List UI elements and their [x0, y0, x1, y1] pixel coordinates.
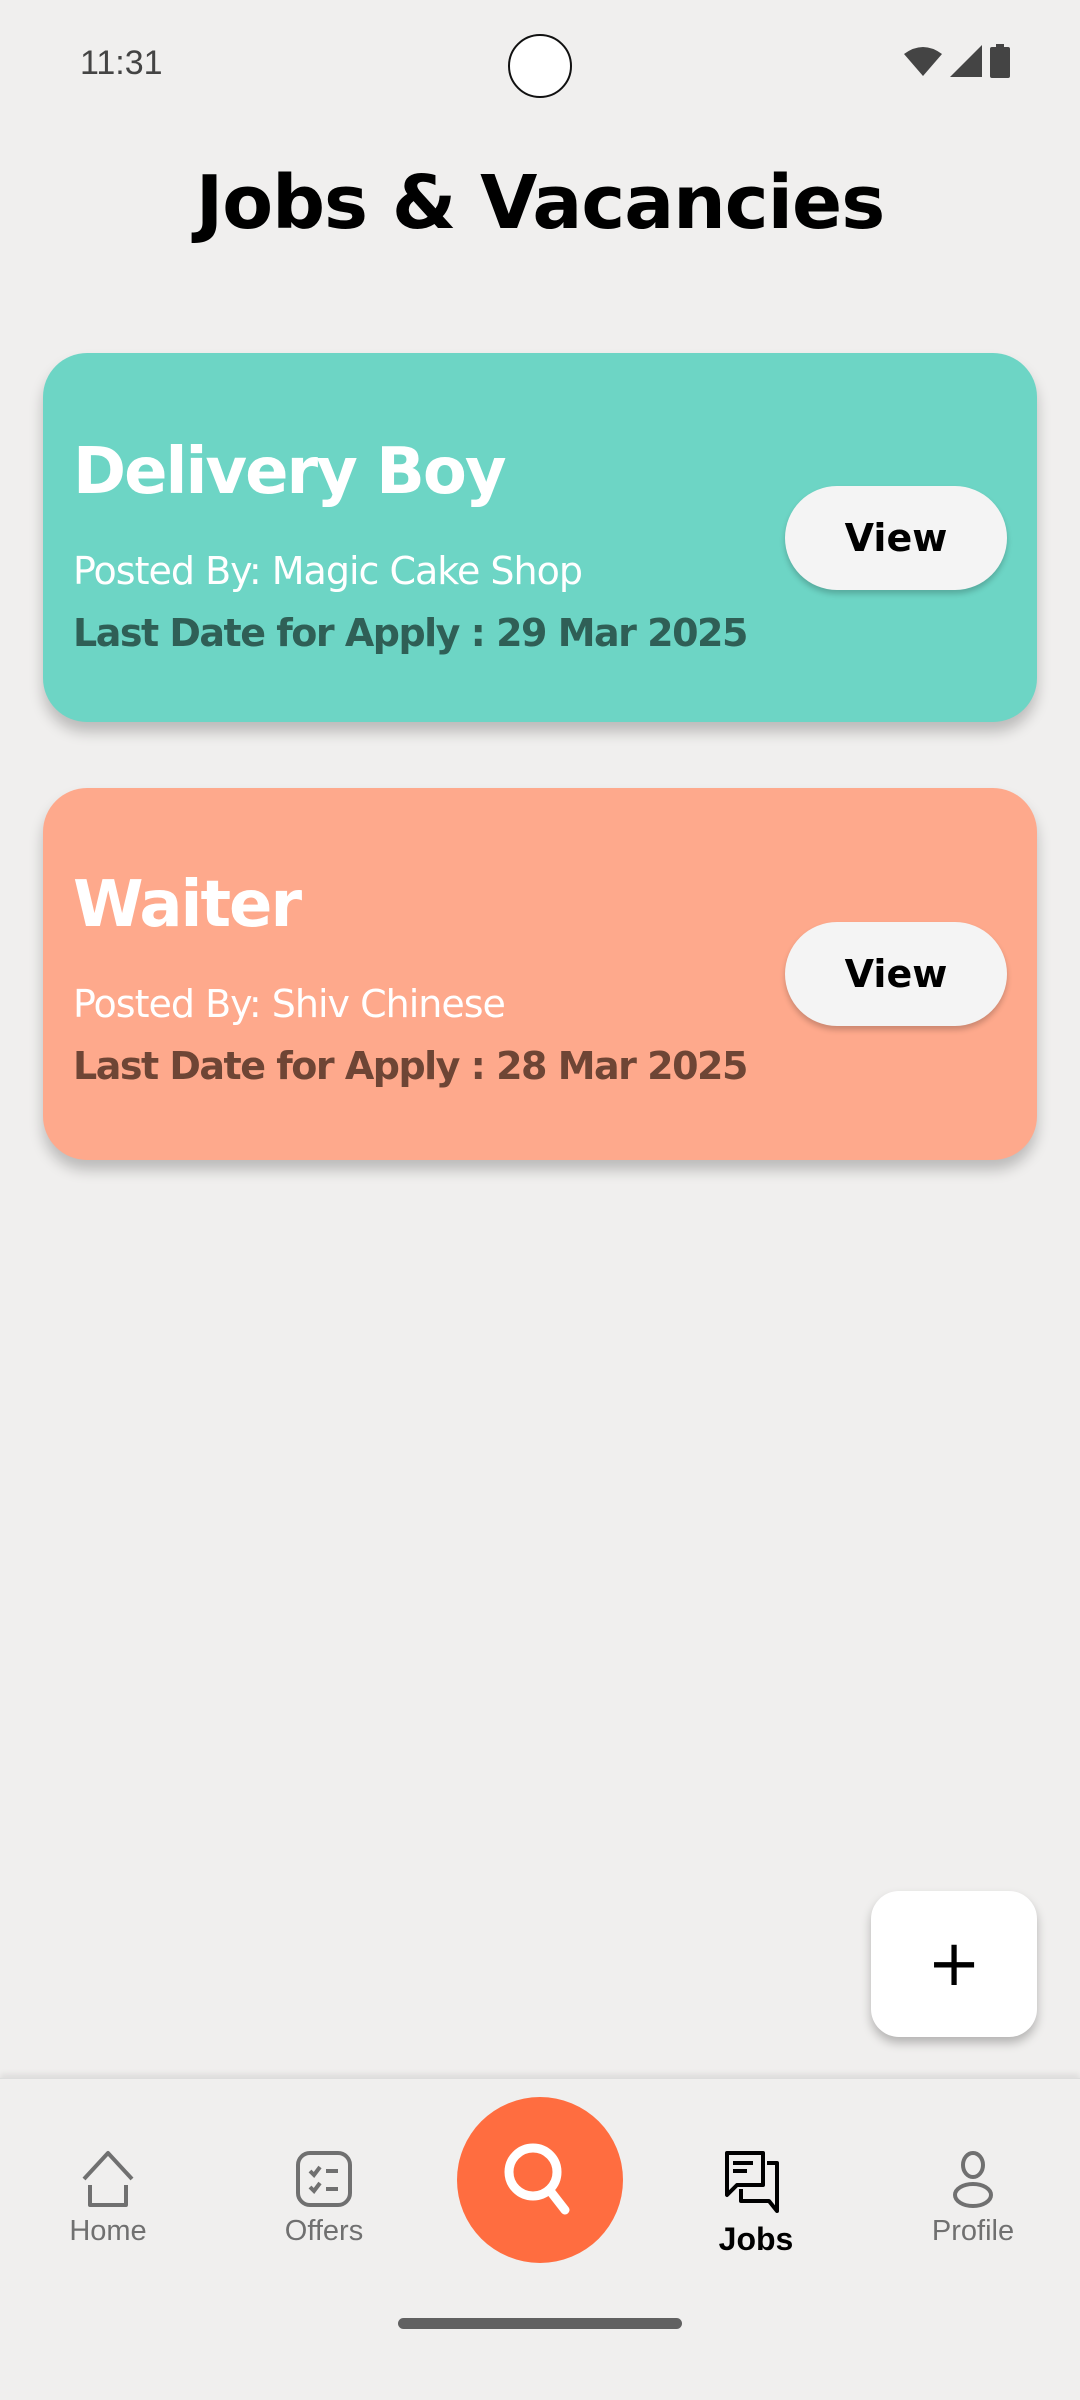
chat-icon [725, 2151, 779, 2213]
nav-jobs[interactable]: Jobs [676, 2149, 836, 2258]
search-icon [504, 2143, 570, 2214]
battery-icon [990, 44, 1010, 78]
add-job-button[interactable]: + [871, 1891, 1037, 2037]
nav-jobs-label: Jobs [718, 2221, 794, 2257]
page-title: Jobs & Vacancies [195, 160, 886, 246]
job-card: Waiter Posted By: Shiv Chinese Last Date… [43, 788, 1037, 1160]
nav-offers[interactable]: Offers [244, 2149, 404, 2248]
view-button[interactable]: View [785, 922, 1007, 1026]
nav-home-label: Home [69, 2215, 147, 2247]
bottom-nav: Home Offers Jobs Profile [0, 2078, 1080, 2400]
nav-home[interactable]: Home [28, 2149, 188, 2248]
camera-cutout [508, 34, 572, 98]
job-last-date: Last Date for Apply : 28 Mar 2025 [73, 1044, 748, 1088]
nav-profile[interactable]: Profile [893, 2149, 1053, 2248]
profile-icon [953, 2151, 993, 2208]
job-last-date: Last Date for Apply : 29 Mar 2025 [73, 611, 748, 655]
status-icons [904, 44, 1010, 78]
wifi-icon [904, 47, 942, 76]
signal-icon [950, 45, 982, 77]
job-posted-by: Posted By: Shiv Chinese [73, 982, 506, 1026]
checklist-icon [296, 2151, 352, 2207]
job-title: Delivery Boy [73, 435, 507, 509]
job-card: Delivery Boy Posted By: Magic Cake Shop … [43, 353, 1037, 722]
view-button[interactable]: View [785, 486, 1007, 590]
search-button[interactable] [457, 2097, 623, 2263]
job-posted-by: Posted By: Magic Cake Shop [73, 549, 583, 593]
nav-profile-label: Profile [931, 2215, 1015, 2247]
job-title: Waiter [73, 868, 302, 942]
home-gesture-bar[interactable] [398, 2318, 682, 2329]
home-icon [82, 2151, 134, 2207]
nav-offers-label: Offers [284, 2215, 364, 2247]
status-time: 11:31 [80, 44, 163, 82]
